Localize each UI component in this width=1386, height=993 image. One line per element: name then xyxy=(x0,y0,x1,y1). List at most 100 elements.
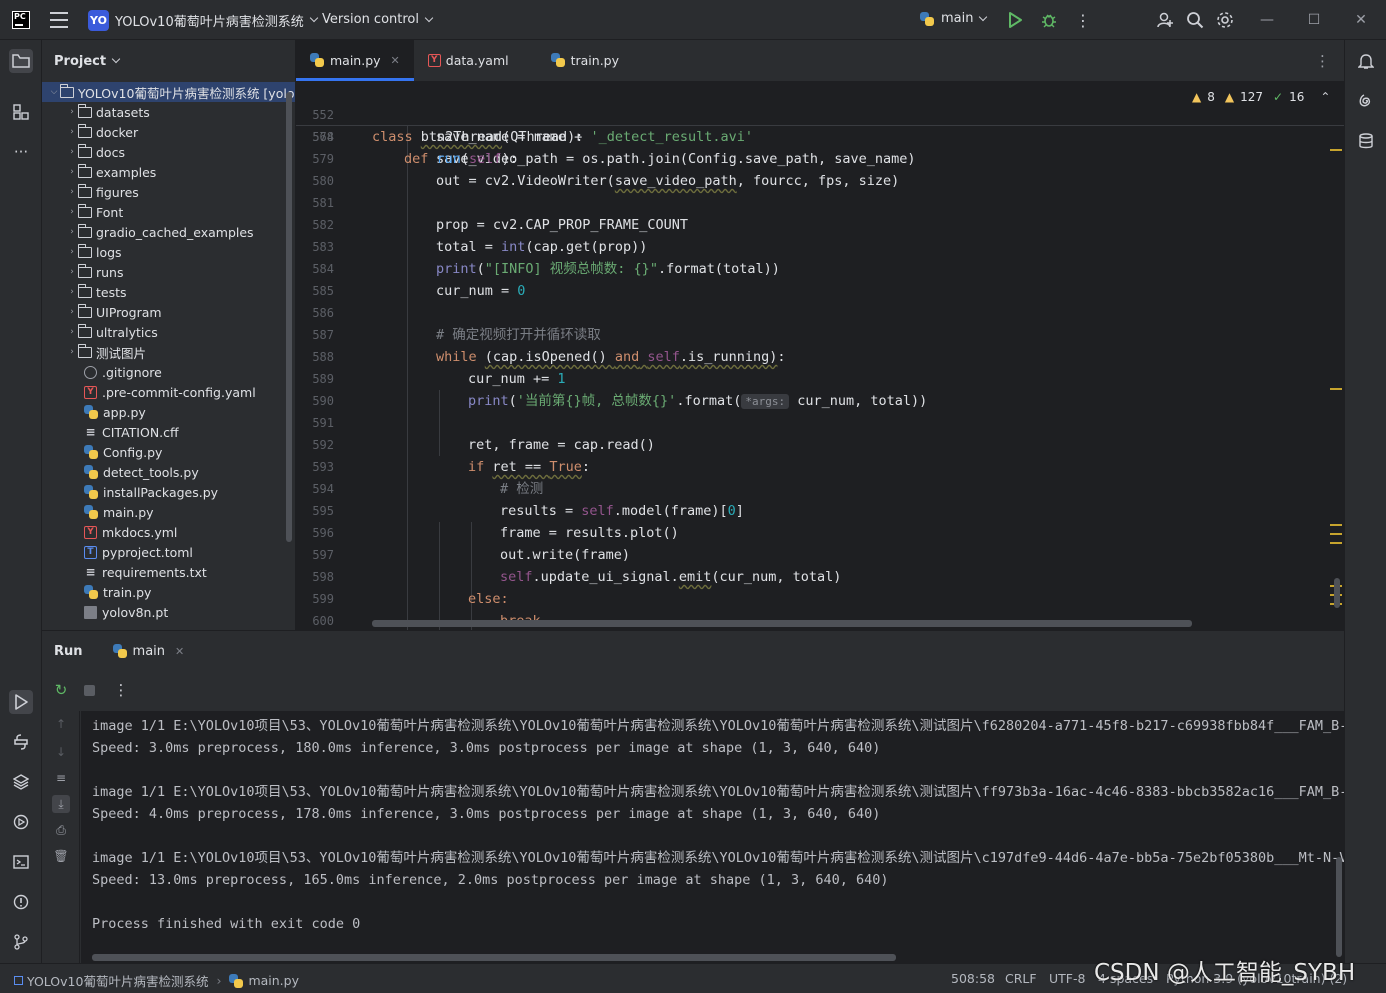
tab-train-py[interactable]: train.py xyxy=(537,40,633,81)
tree-file[interactable]: main.py xyxy=(42,502,295,522)
python-console-button[interactable] xyxy=(9,730,33,754)
tree-file[interactable]: ≡ requirements.txt xyxy=(42,562,295,582)
editor-horizontal-scrollbar[interactable] xyxy=(372,620,1192,627)
project-panel-header[interactable]: Project xyxy=(42,40,295,82)
tree-file[interactable]: Y .pre-commit-config.yaml xyxy=(42,382,295,402)
breadcrumb-file[interactable]: main.py xyxy=(248,973,299,988)
folder-icon xyxy=(78,283,92,298)
error-stripe-mark[interactable] xyxy=(1330,524,1342,526)
tree-folder[interactable]: › ultralytics xyxy=(42,322,295,342)
structure-tool-button[interactable] xyxy=(9,100,33,124)
project-selector[interactable]: YO YOLOv10葡萄叶片病害检测系统 xyxy=(88,9,318,31)
tree-folder-label: docs xyxy=(96,144,125,160)
error-stripe-mark[interactable] xyxy=(1330,388,1342,390)
run-button[interactable] xyxy=(1005,10,1025,30)
console-horizontal-scrollbar[interactable] xyxy=(92,954,896,961)
prev-highlight-icon[interactable]: ⌃ xyxy=(1320,90,1330,104)
tab-options-icon[interactable]: ⋮ xyxy=(1315,52,1330,70)
debug-button[interactable] xyxy=(1039,10,1059,30)
maximize-button[interactable]: ☐ xyxy=(1302,8,1326,32)
database-button[interactable] xyxy=(1354,129,1378,153)
tree-folder[interactable]: › docs xyxy=(42,142,295,162)
close-button[interactable]: ✕ xyxy=(1349,8,1373,32)
run-config-selector[interactable]: main xyxy=(920,11,988,26)
breadcrumb-project[interactable]: YOLOv10葡萄叶片病害检测系统 xyxy=(27,971,208,990)
tab-main-py[interactable]: main.py ✕ xyxy=(296,40,414,81)
soft-wrap-icon[interactable]: ≡ xyxy=(52,769,70,787)
tree-folder[interactable]: › examples xyxy=(42,162,295,182)
tree-folder[interactable]: › docker xyxy=(42,122,295,142)
tree-root[interactable]: ⌵ YOLOv10葡萄叶片病害检测系统 [yolo xyxy=(42,82,295,102)
tree-folder[interactable]: › UIProgram xyxy=(42,302,295,322)
main-menu-icon[interactable] xyxy=(50,12,68,28)
more-tools-icon[interactable]: ··· xyxy=(9,140,33,164)
tree-folder[interactable]: › figures xyxy=(42,182,295,202)
error-stripe-mark[interactable] xyxy=(1330,542,1342,544)
services-tool-button[interactable] xyxy=(9,810,33,834)
close-tab-icon[interactable]: ✕ xyxy=(391,54,400,67)
tree-file[interactable]: yolov8n.pt xyxy=(42,602,295,622)
print-icon[interactable]: ⎙ xyxy=(52,821,70,839)
error-stripe-mark[interactable] xyxy=(1330,149,1342,151)
git-tool-button[interactable] xyxy=(9,930,33,954)
bug-icon xyxy=(1042,14,1056,28)
tree-folder[interactable]: › logs xyxy=(42,242,295,262)
line-separator[interactable]: CRLF xyxy=(1005,971,1037,986)
run-panel: Run main ✕ ↻ ⋮ ↑ ↓ ≡ ⤓ ⎙ 🗑 image 1/1 E:\… xyxy=(42,630,1344,964)
tree-file-label: .gitignore xyxy=(102,364,162,380)
file-encoding[interactable]: UTF-8 xyxy=(1049,971,1085,986)
tree-folder[interactable]: › 测试图片 xyxy=(42,342,295,362)
stop-icon[interactable] xyxy=(80,681,98,699)
problems-tool-button[interactable] xyxy=(9,890,33,914)
trash-icon[interactable]: 🗑 xyxy=(52,847,70,865)
console-line: image 1/1 E:\YOLOv10项目\53、YOLOv10葡萄叶片病害检… xyxy=(92,784,1344,800)
search-icon[interactable] xyxy=(1185,10,1205,30)
code-line: self.update_ui_signal.emit(cur_num, tota… xyxy=(500,569,842,585)
tree-folder[interactable]: › tests xyxy=(42,282,295,302)
tree-file[interactable]: Config.py xyxy=(42,442,295,462)
inspection-widget[interactable]: ▲8 ▲127 ✓16 ⌃ ⌄ xyxy=(1192,90,1344,104)
settings-gear-icon[interactable] xyxy=(1215,10,1235,30)
arrow-up-icon[interactable]: ↑ xyxy=(52,715,70,733)
close-tab-icon[interactable]: ✕ xyxy=(175,645,184,658)
tree-file[interactable]: detect_tools.py xyxy=(42,462,295,482)
project-scrollbar[interactable] xyxy=(286,92,292,542)
tree-folder[interactable]: › Font xyxy=(42,202,295,222)
tree-file[interactable]: installPackages.py xyxy=(42,482,295,502)
console-output[interactable]: image 1/1 E:\YOLOv10项目\53、YOLOv10葡萄叶片病害检… xyxy=(81,711,1344,964)
more-options-icon[interactable]: ⋮ xyxy=(112,681,130,699)
tree-folder[interactable]: › gradio_cached_examples xyxy=(42,222,295,242)
expand-arrow-icon: ⌵ xyxy=(50,87,58,97)
run-tool-button[interactable] xyxy=(9,690,33,714)
run-tab-main[interactable]: main ✕ xyxy=(112,644,184,659)
tree-file[interactable]: .gitignore xyxy=(42,362,295,382)
error-stripe-mark[interactable] xyxy=(1330,533,1342,535)
tree-file-label: .pre-commit-config.yaml xyxy=(102,384,256,400)
tree-file[interactable]: Ymkdocs.yml xyxy=(42,522,295,542)
tab-data-yaml[interactable]: Y data.yaml xyxy=(414,40,523,81)
tree-file[interactable]: train.py xyxy=(42,582,295,602)
project-tool-button[interactable] xyxy=(9,49,33,73)
tree-folder[interactable]: › runs xyxy=(42,262,295,282)
version-control-menu[interactable]: Version control xyxy=(322,12,434,27)
layers-tool-button[interactable] xyxy=(9,770,33,794)
tree-file[interactable]: app.py xyxy=(42,402,295,422)
terminal-tool-button[interactable] xyxy=(9,850,33,874)
console-vertical-scrollbar[interactable] xyxy=(1336,857,1342,957)
scroll-to-end-icon[interactable]: ⤓ xyxy=(52,795,70,813)
code-line: frame = results.plot() xyxy=(500,525,679,541)
rerun-icon[interactable]: ↻ xyxy=(52,681,70,699)
editor-vertical-scrollbar[interactable] xyxy=(1334,578,1340,608)
minimize-button[interactable]: — xyxy=(1255,8,1279,32)
tree-file[interactable]: ≡ CITATION.cff xyxy=(42,422,295,442)
more-actions-icon[interactable]: ⋮ xyxy=(1073,10,1093,30)
tree-file[interactable]: Tpyproject.toml xyxy=(42,542,295,562)
problems-icon xyxy=(13,894,29,910)
ai-assistant-button[interactable] xyxy=(1354,89,1378,113)
caret-position[interactable]: 508:58 xyxy=(951,971,995,986)
add-user-icon[interactable] xyxy=(1155,10,1175,30)
code-area[interactable]: 552 class btn2Thread(QThread): 564 def r… xyxy=(296,82,1344,630)
arrow-down-icon[interactable]: ↓ xyxy=(52,743,70,761)
tree-folder[interactable]: › datasets xyxy=(42,102,295,122)
notifications-button[interactable] xyxy=(1354,49,1378,73)
